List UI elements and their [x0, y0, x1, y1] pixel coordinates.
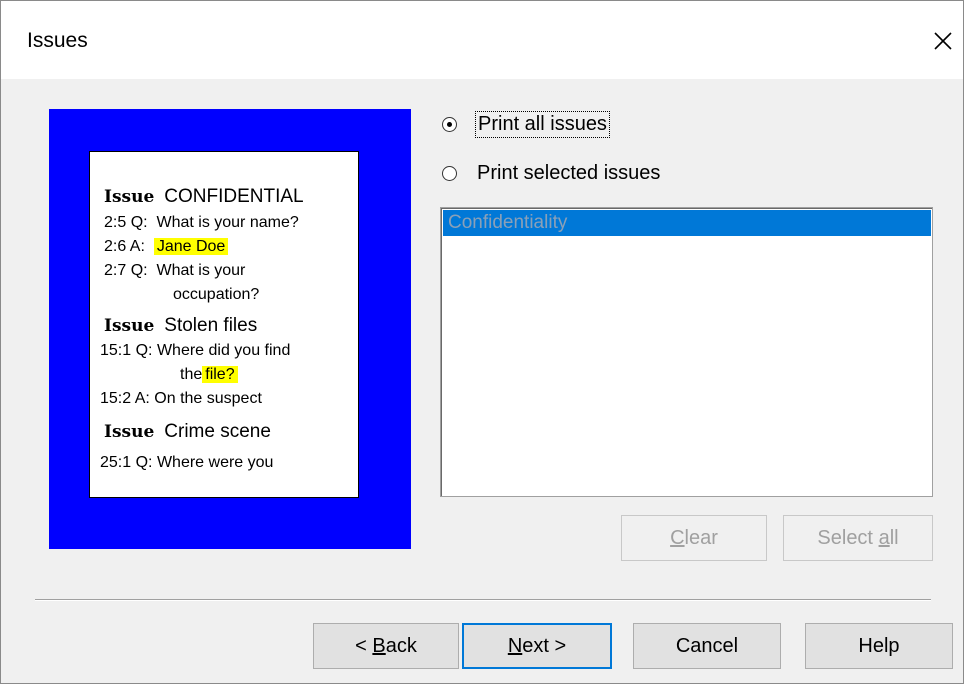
preview-line: 2:7 Q: What is your	[104, 262, 246, 279]
close-icon	[934, 32, 952, 50]
preview-issue-heading: Issue Crime scene	[104, 421, 271, 442]
preview-issue-heading: Issue CONFIDENTIAL	[104, 186, 304, 207]
back-button[interactable]: < Back	[313, 623, 459, 669]
issues-preview: Issue CONFIDENTIAL 2:5 Q: What is your na…	[49, 109, 411, 549]
preview-page: Issue CONFIDENTIAL 2:5 Q: What is your na…	[89, 151, 359, 498]
window-title: Issues	[27, 29, 88, 52]
preview-line: the file?	[180, 366, 238, 384]
title-bar: Issues	[1, 1, 963, 79]
preview-issue-heading: Issue Stolen files	[104, 315, 258, 336]
issues-listbox[interactable]: Confidentiality	[440, 207, 933, 497]
help-button[interactable]: Help	[805, 623, 953, 669]
preview-line: occupation?	[173, 286, 260, 303]
radio-button[interactable]	[442, 166, 457, 181]
issues-dialog: Issues Issue CONFIDENTIAL 2:5 Q: What is …	[0, 0, 964, 684]
next-button[interactable]: Next >	[462, 623, 612, 669]
preview-line: 15:2 A: On the suspect	[100, 390, 262, 407]
divider	[35, 599, 931, 601]
close-button[interactable]	[923, 21, 963, 61]
preview-line: 15:1 Q: Where did you find	[100, 342, 291, 359]
radio-selected-dot	[447, 122, 452, 127]
print-selected-radio[interactable]: Print selected issues	[442, 162, 660, 185]
print-all-radio[interactable]: Print all issues	[442, 111, 610, 138]
preview-line: 25:1 Q: Where were you	[100, 454, 274, 471]
print-all-label[interactable]: Print all issues	[475, 111, 610, 138]
clear-button[interactable]: Clear	[621, 515, 767, 561]
preview-line: 2:6 A: Jane Doe	[104, 238, 229, 256]
print-selected-label[interactable]: Print selected issues	[477, 162, 660, 185]
list-item[interactable]: Confidentiality	[443, 210, 931, 236]
preview-line: 2:5 Q: What is your name?	[104, 214, 299, 231]
preview-highlight: Jane Doe	[153, 238, 229, 255]
select-all-button[interactable]: Select a ll	[783, 515, 933, 561]
preview-highlight: file?	[202, 366, 238, 383]
cancel-button[interactable]: Cancel	[633, 623, 781, 669]
radio-button[interactable]	[442, 117, 457, 132]
